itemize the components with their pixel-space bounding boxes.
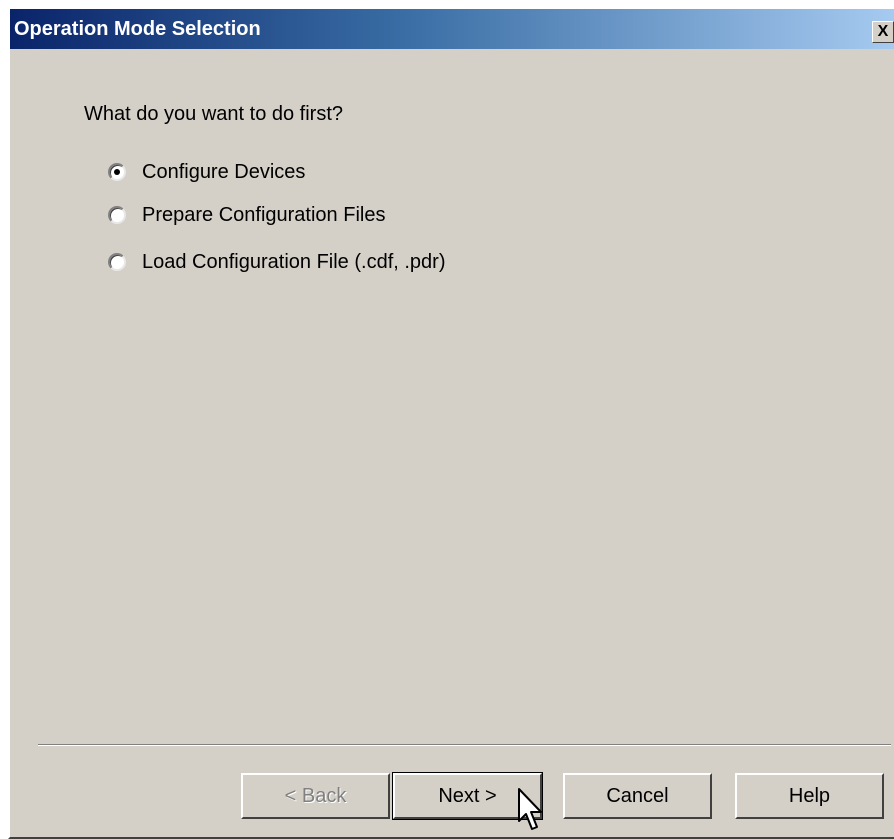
dialog-title: Operation Mode Selection bbox=[14, 18, 261, 40]
radio-prepare-configuration-files[interactable]: Prepare Configuration Files bbox=[108, 203, 385, 227]
close-button[interactable]: X bbox=[872, 21, 894, 43]
close-icon: X bbox=[877, 23, 889, 40]
back-button[interactable]: < Back bbox=[241, 773, 390, 819]
title-bar[interactable]: Operation Mode Selection X bbox=[10, 9, 894, 49]
radio-button[interactable] bbox=[108, 253, 126, 271]
radio-selected-dot bbox=[114, 169, 120, 175]
cancel-button[interactable]: Cancel bbox=[563, 773, 712, 819]
radio-load-configuration-file[interactable]: Load Configuration File (.cdf, .pdr) bbox=[108, 250, 446, 274]
help-button[interactable]: Help bbox=[735, 773, 884, 819]
option-label[interactable]: Prepare Configuration Files bbox=[142, 204, 385, 227]
mouse-pointer-icon bbox=[518, 788, 542, 830]
radio-button[interactable] bbox=[108, 206, 126, 224]
radio-configure-devices[interactable]: Configure Devices bbox=[108, 160, 305, 184]
prompt-text: What do you want to do first? bbox=[84, 103, 344, 125]
option-label[interactable]: Configure Devices bbox=[142, 161, 305, 184]
operation-mode-dialog: Operation Mode Selection X What do you w… bbox=[8, 7, 894, 839]
option-label[interactable]: Load Configuration File (.cdf, .pdr) bbox=[142, 251, 446, 274]
footer-separator bbox=[38, 744, 891, 746]
radio-button[interactable] bbox=[108, 163, 126, 181]
